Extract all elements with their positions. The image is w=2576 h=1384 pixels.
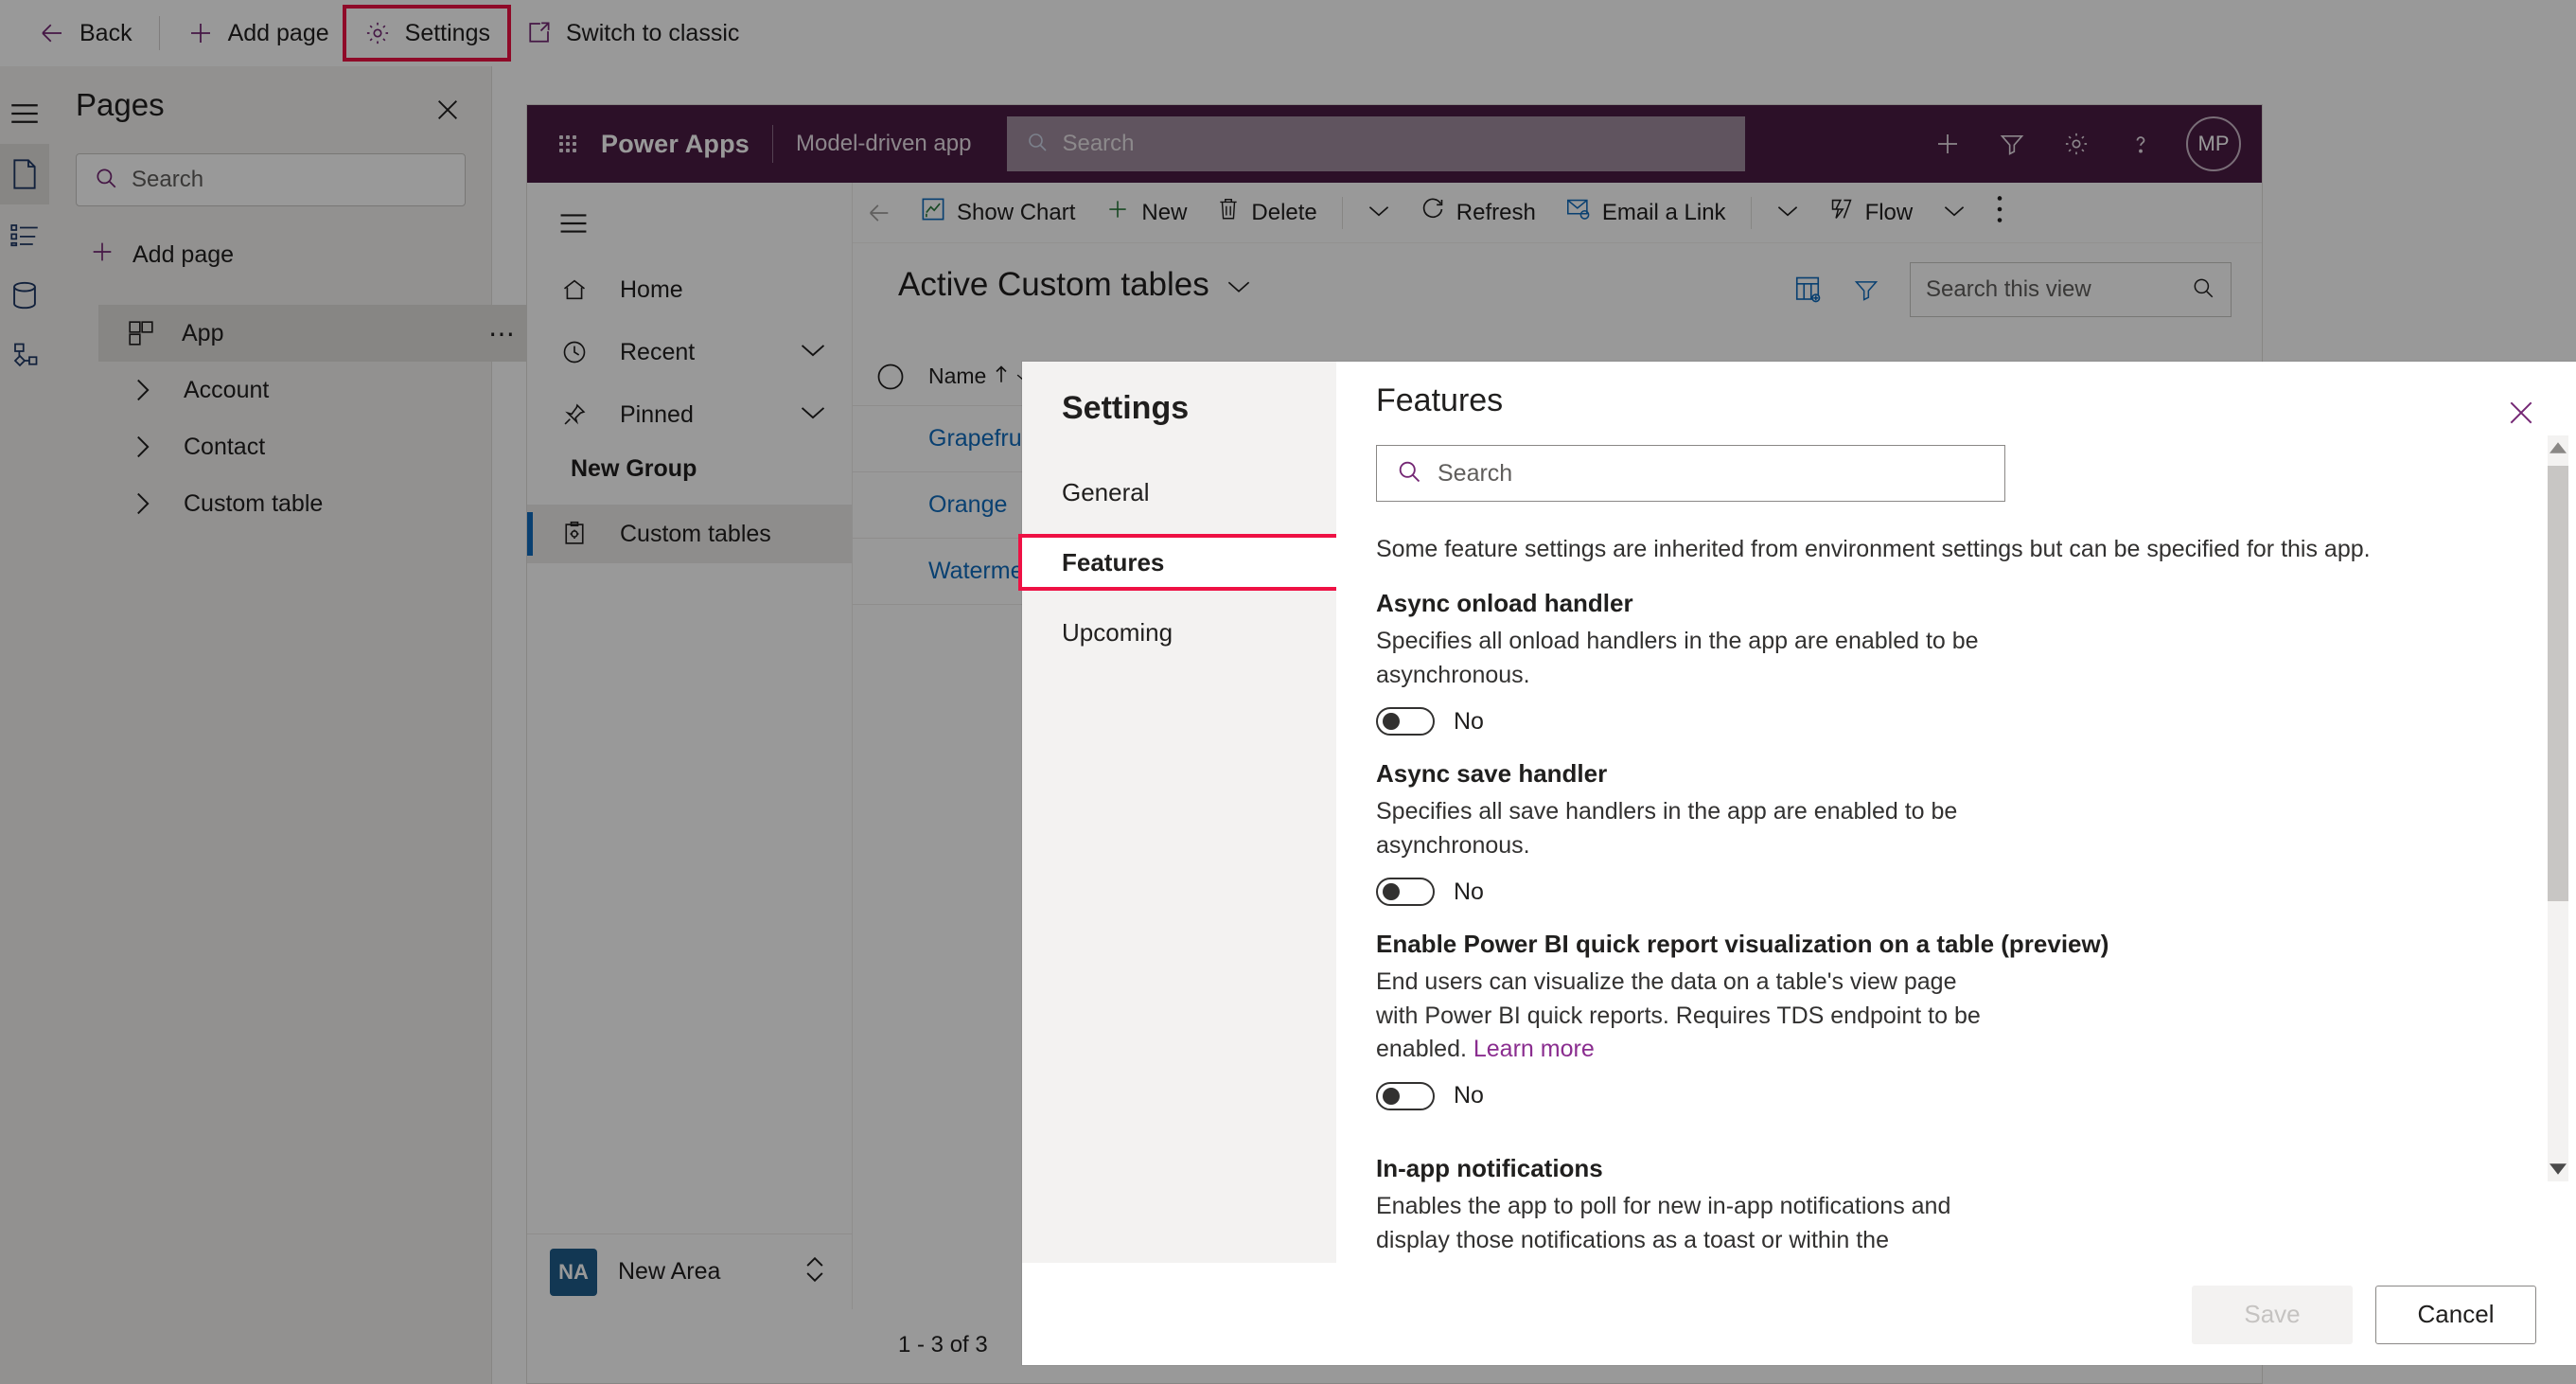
- features-list: Async onload handler Specifies all onloa…: [1336, 589, 2544, 1263]
- scrollbar-thumb[interactable]: [2548, 466, 2568, 901]
- feature-toggle-row: No: [1376, 878, 2398, 906]
- features-scrollbar[interactable]: [2548, 435, 2568, 1181]
- settings-nav-features-label: Features: [1062, 547, 1165, 577]
- feature-toggle-value: No: [1454, 1082, 1484, 1109]
- settings-nav-upcoming[interactable]: Upcoming: [1022, 608, 1336, 657]
- async-save-handler-toggle[interactable]: [1376, 878, 1435, 906]
- learn-more-link[interactable]: Learn more: [1573, 1260, 1694, 1263]
- feature-title: Async save handler: [1376, 759, 1608, 788]
- settings-dialog-title: Settings: [1062, 390, 1190, 426]
- feature-toggle-value: No: [1454, 878, 1484, 905]
- cancel-button[interactable]: Cancel: [2375, 1285, 2536, 1344]
- feature-description-text: End users can visualize the data on a ta…: [1376, 968, 1981, 1062]
- settings-dialog-body: Settings General Features Upcoming Featu…: [1018, 362, 2576, 1263]
- features-search-placeholder: Search: [1438, 459, 1513, 487]
- settings-dialog: Settings General Features Upcoming Featu…: [1018, 362, 2576, 1365]
- feature-toggle-row: No: [1376, 1081, 2398, 1110]
- feature-description: End users can visualize the data on a ta…: [1376, 966, 1982, 1067]
- feature-async-onload-handler: Async onload handler Specifies all onloa…: [1376, 589, 2398, 736]
- close-icon[interactable]: [2498, 390, 2544, 435]
- feature-title: Enable Power BI quick report visualizati…: [1376, 930, 2109, 958]
- features-panel-title: Features: [1376, 382, 1504, 418]
- settings-dialog-content: Features Search Some feature settings ar…: [1336, 362, 2576, 1263]
- feature-title: Async onload handler: [1376, 589, 1633, 617]
- feature-in-app-notifications: In-app notifications Enables the app to …: [1376, 1154, 2398, 1263]
- async-onload-handler-toggle[interactable]: [1376, 707, 1435, 736]
- feature-description: Enables the app to poll for new in-app n…: [1376, 1190, 1982, 1263]
- save-button[interactable]: Save: [2192, 1285, 2353, 1344]
- settings-nav-upcoming-label: Upcoming: [1062, 617, 1173, 647]
- features-search-input[interactable]: Search: [1376, 445, 2005, 502]
- feature-async-save-handler: Async save handler Specifies all save ha…: [1376, 759, 2398, 906]
- feature-powerbi-quick-report: Enable Power BI quick report visualizati…: [1376, 930, 2398, 1110]
- powerbi-quick-report-toggle[interactable]: [1376, 1081, 1435, 1110]
- feature-toggle-row: No: [1376, 707, 2398, 736]
- learn-more-link[interactable]: Learn more: [1473, 1036, 1595, 1062]
- feature-description: Specifies all onload handlers in the app…: [1376, 628, 1979, 688]
- settings-nav-features[interactable]: Features: [1018, 534, 1340, 591]
- settings-nav-general[interactable]: General: [1022, 468, 1336, 517]
- feature-description-text: Enables the app to poll for new in-app n…: [1376, 1193, 1951, 1263]
- settings-dialog-footer: Save Cancel: [1022, 1263, 2576, 1365]
- feature-toggle-value: No: [1454, 707, 1484, 735]
- features-note: Some feature settings are inherited from…: [1376, 536, 2371, 562]
- settings-nav-general-label: General: [1062, 477, 1150, 506]
- settings-dialog-nav: Settings General Features Upcoming: [1018, 362, 1340, 1263]
- scroll-up-icon[interactable]: [2548, 435, 2568, 460]
- feature-description: Specifies all save handlers in the app a…: [1376, 798, 1958, 859]
- scroll-down-icon[interactable]: [2548, 1157, 2568, 1181]
- feature-title: In-app notifications: [1376, 1154, 1603, 1182]
- search-icon: [1396, 458, 1422, 489]
